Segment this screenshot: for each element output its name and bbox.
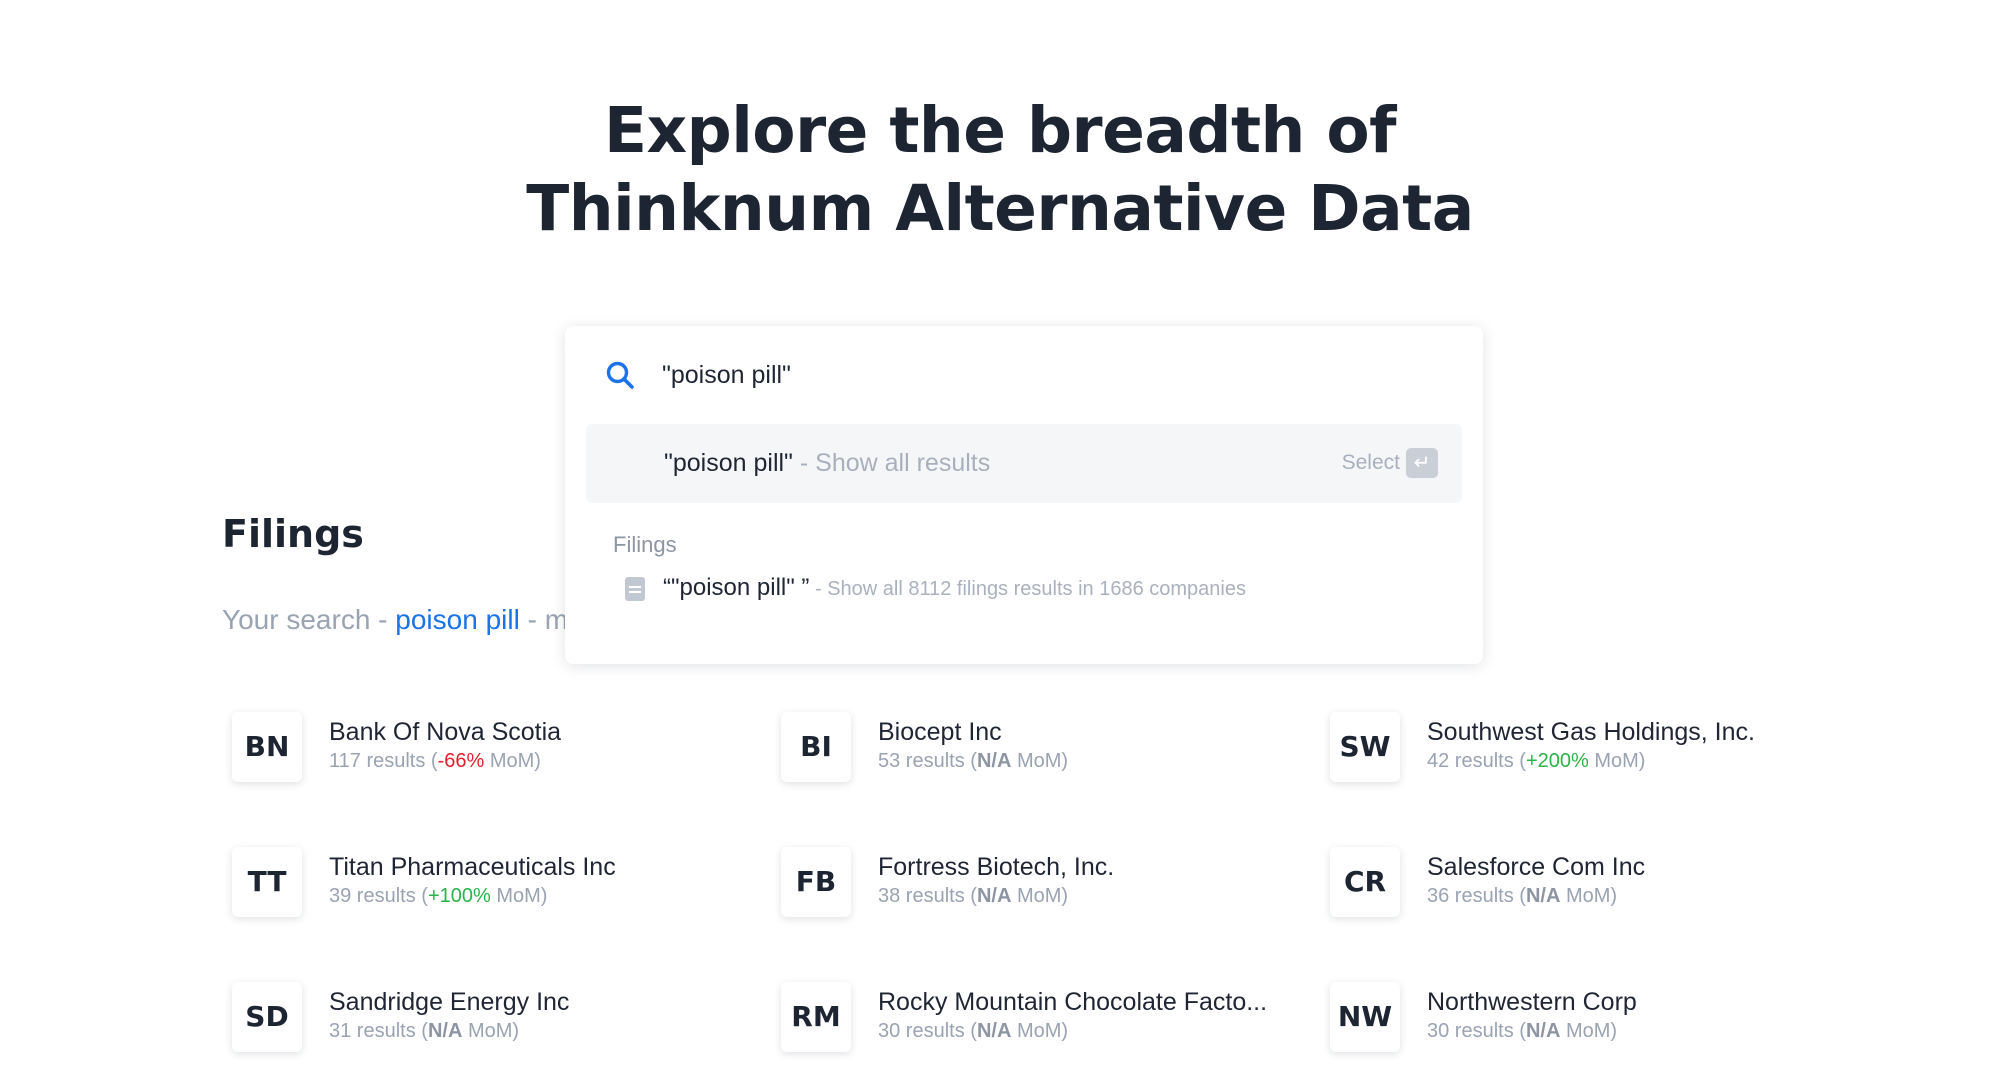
filings-suggestion-item[interactable]: “"poison pill" ” - Show all 8112 filings… — [613, 566, 1453, 610]
result-count: 42 results — [1427, 750, 1514, 772]
mom-close: MoM) — [490, 885, 548, 907]
mom-open: ( — [964, 750, 977, 772]
enter-key-icon: ↵ — [1406, 448, 1438, 478]
filing-query: “"poison pill" ” — [663, 574, 810, 601]
ticker-badge: BI — [781, 712, 851, 782]
mom-change: N/A — [1525, 1020, 1561, 1042]
company-stats: 36 results (N/A MoM) — [1427, 885, 1617, 908]
company-card[interactable]: RM Rocky Mountain Chocolate Facto... 30 … — [771, 970, 1320, 1070]
mom-close: MoM) — [1011, 750, 1069, 772]
mom-close: MoM) — [1560, 885, 1618, 907]
company-card[interactable]: BI Biocept Inc 53 results (N/A MoM) — [771, 700, 1320, 835]
ticker-badge: CR — [1330, 847, 1400, 917]
company-stats: 117 results (-66% MoM) — [329, 750, 541, 773]
ticker-badge: SW — [1330, 712, 1400, 782]
company-name[interactable]: Rocky Mountain Chocolate Facto... — [878, 988, 1267, 1017]
suggestion-hint: - Show all results — [792, 449, 991, 477]
show-all-results-option[interactable]: "poison pill" - Show all results Select … — [586, 424, 1462, 503]
mom-change: N/A — [976, 750, 1012, 772]
result-count: 30 results — [878, 1020, 965, 1042]
company-name[interactable]: Bank Of Nova Scotia — [329, 718, 561, 747]
company-card[interactable]: SW Southwest Gas Holdings, Inc. 42 resul… — [1320, 700, 1869, 835]
mom-close: MoM) — [1588, 750, 1646, 772]
company-name[interactable]: Biocept Inc — [878, 718, 1002, 747]
search-summary-prefix: Your search - — [222, 604, 396, 635]
company-name[interactable]: Titan Pharmaceuticals Inc — [329, 853, 616, 882]
ticker-badge: FB — [781, 847, 851, 917]
company-stats: 53 results (N/A MoM) — [878, 750, 1068, 773]
company-stats: 42 results (+200% MoM) — [1427, 750, 1645, 773]
company-card[interactable]: SD Sandridge Energy Inc 31 results (N/A … — [222, 970, 771, 1070]
mom-open: ( — [964, 1020, 977, 1042]
mom-close: MoM) — [462, 1020, 520, 1042]
company-stats: 30 results (N/A MoM) — [1427, 1020, 1617, 1043]
mom-change: +200% — [1525, 750, 1589, 772]
mom-change: -66% — [437, 750, 485, 772]
company-card[interactable]: BN Bank Of Nova Scotia 117 results (-66%… — [222, 700, 771, 835]
search-dropdown-panel: "poison pill" - Show all results Select … — [565, 326, 1483, 664]
hero-title-line1: Explore the breadth of — [603, 94, 1397, 167]
result-count: 30 results — [1427, 1020, 1514, 1042]
company-card[interactable]: CR Salesforce Com Inc 36 results (N/A Mo… — [1320, 835, 1869, 970]
result-count: 39 results — [329, 885, 416, 907]
result-count: 117 results — [329, 750, 426, 772]
mom-close: MoM) — [1011, 885, 1069, 907]
filing-suggestion-text: “"poison pill" ” - Show all 8112 filings… — [663, 574, 1246, 602]
mom-close: MoM) — [1011, 1020, 1069, 1042]
hero-title: Explore the breadth of Thinknum Alternat… — [0, 92, 2000, 248]
company-name[interactable]: Salesforce Com Inc — [1427, 853, 1645, 882]
search-bar — [565, 326, 1483, 422]
ticker-badge: TT — [232, 847, 302, 917]
result-count: 53 results — [878, 750, 965, 772]
search-summary: Your search - poison pill - m — [222, 604, 568, 636]
mom-close: MoM) — [1560, 1020, 1618, 1042]
company-stats: 38 results (N/A MoM) — [878, 885, 1068, 908]
ticker-badge: BN — [232, 712, 302, 782]
mom-open: ( — [964, 885, 977, 907]
company-name[interactable]: Fortress Biotech, Inc. — [878, 853, 1114, 882]
search-summary-term[interactable]: poison pill — [395, 604, 520, 635]
mom-change: N/A — [427, 1020, 463, 1042]
mom-open: ( — [1513, 885, 1526, 907]
ticker-badge: RM — [781, 982, 851, 1052]
filing-hint: - Show all 8112 filings results in 1686 … — [809, 578, 1246, 600]
ticker-badge: SD — [232, 982, 302, 1052]
ticker-badge: NW — [1330, 982, 1400, 1052]
company-stats: 39 results (+100% MoM) — [329, 885, 547, 908]
mom-change: N/A — [976, 885, 1012, 907]
mom-open: ( — [415, 885, 428, 907]
search-icon — [606, 361, 634, 389]
filings-section-title: Filings — [222, 512, 364, 556]
mom-open: ( — [1513, 1020, 1526, 1042]
result-count: 31 results — [329, 1020, 416, 1042]
search-summary-suffix: - m — [519, 604, 569, 635]
mom-open: ( — [1513, 750, 1526, 772]
company-name[interactable]: Southwest Gas Holdings, Inc. — [1427, 718, 1755, 747]
mom-open: ( — [415, 1020, 428, 1042]
document-icon — [625, 577, 645, 601]
company-stats: 31 results (N/A MoM) — [329, 1020, 519, 1043]
filings-group-label: Filings — [613, 532, 677, 557]
mom-change: N/A — [1525, 885, 1561, 907]
company-results-grid: BN Bank Of Nova Scotia 117 results (-66%… — [222, 700, 1862, 1070]
company-card[interactable]: TT Titan Pharmaceuticals Inc 39 results … — [222, 835, 771, 970]
mom-change: N/A — [976, 1020, 1012, 1042]
company-stats: 30 results (N/A MoM) — [878, 1020, 1068, 1043]
mom-open: ( — [425, 750, 438, 772]
mom-close: MoM) — [484, 750, 541, 772]
search-input[interactable] — [662, 352, 1422, 398]
hero-title-line2: Thinknum Alternative Data — [526, 172, 1474, 245]
result-count: 36 results — [1427, 885, 1514, 907]
mom-change: +100% — [427, 885, 491, 907]
company-name[interactable]: Sandridge Energy Inc — [329, 988, 569, 1017]
company-name[interactable]: Northwestern Corp — [1427, 988, 1637, 1017]
company-card[interactable]: NW Northwestern Corp 30 results (N/A MoM… — [1320, 970, 1869, 1070]
result-count: 38 results — [878, 885, 965, 907]
company-card[interactable]: FB Fortress Biotech, Inc. 38 results (N/… — [771, 835, 1320, 970]
suggestion-text: "poison pill" - Show all results — [664, 449, 990, 478]
select-label: Select — [1341, 451, 1400, 474]
suggestion-query: "poison pill" — [664, 449, 793, 477]
